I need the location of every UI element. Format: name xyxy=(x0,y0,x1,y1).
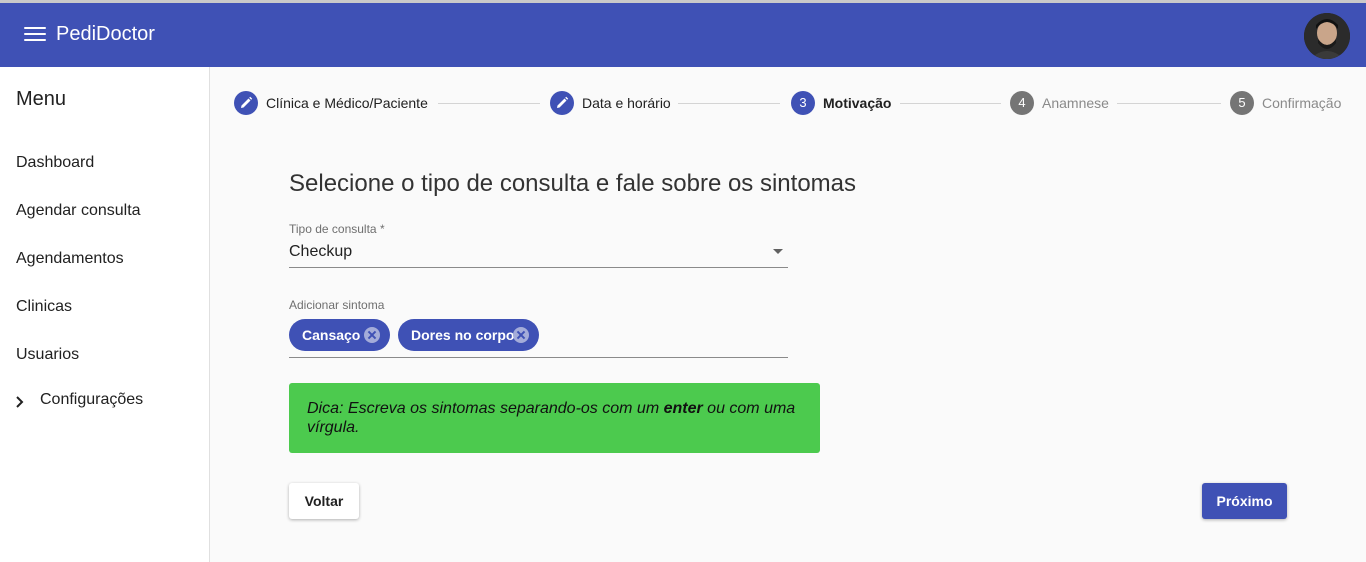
step-connector xyxy=(900,103,1001,104)
step-5-circle: 5 xyxy=(1230,91,1254,115)
symptoms-label: Adicionar sintoma xyxy=(289,298,385,312)
next-button[interactable]: Próximo xyxy=(1202,483,1287,519)
step-5-label: Confirmação xyxy=(1262,95,1342,111)
step-connector xyxy=(1117,103,1221,104)
step-1-pencil-icon xyxy=(234,91,258,115)
tip-text: Dica: Escreva os sintomas separando-os c… xyxy=(307,400,664,417)
tip-bold: enter xyxy=(663,400,703,417)
remove-chip-icon[interactable] xyxy=(364,327,380,343)
chip-label: Cansaço xyxy=(302,327,361,343)
stepper: Clínica e Médico/Paciente Data e horário… xyxy=(210,67,1366,139)
sidebar-item-usuarios[interactable]: Usuarios xyxy=(16,346,79,364)
sidebar-item-dashboard[interactable]: Dashboard xyxy=(16,154,94,172)
step-3-circle: 3 xyxy=(791,91,815,115)
step-connector xyxy=(678,103,780,104)
step-1-label: Clínica e Médico/Paciente xyxy=(266,95,428,111)
chevron-right-icon[interactable] xyxy=(14,395,26,409)
step-4-circle: 4 xyxy=(1010,91,1034,115)
remove-chip-icon[interactable] xyxy=(513,327,529,343)
page-title: Selecione o tipo de consulta e fale sobr… xyxy=(289,170,857,197)
step-4-label: Anamnese xyxy=(1042,95,1109,111)
sidebar-item-agendamentos[interactable]: Agendamentos xyxy=(16,250,124,268)
app-title: PediDoctor xyxy=(56,23,155,45)
step-2-pencil-icon xyxy=(550,91,574,115)
sidebar-title: Menu xyxy=(16,88,67,110)
step-3-label: Motivação xyxy=(823,95,892,111)
avatar[interactable] xyxy=(1304,13,1350,59)
consult-type-value: Checkup xyxy=(289,243,353,260)
chip-label: Dores no corpo xyxy=(411,327,515,343)
consult-type-select[interactable]: Checkup xyxy=(289,240,788,268)
symptoms-input[interactable]: Cansaço Dores no corpo xyxy=(289,318,788,358)
sidebar-item-clinicas[interactable]: Clinicas xyxy=(16,298,72,316)
sidebar-item-configuracoes[interactable]: Configurações xyxy=(40,391,143,409)
symptom-chip: Dores no corpo xyxy=(398,319,539,351)
tip-alert: Dica: Escreva os sintomas separando-os c… xyxy=(289,383,820,453)
consult-type-label: Tipo de consulta * xyxy=(289,222,385,236)
sidebar-item-agendar-consulta[interactable]: Agendar consulta xyxy=(16,202,141,220)
dropdown-arrow-icon xyxy=(773,249,783,254)
menu-icon[interactable] xyxy=(24,27,46,43)
symptom-chip: Cansaço xyxy=(289,319,390,351)
step-connector xyxy=(438,103,540,104)
back-button[interactable]: Voltar xyxy=(289,483,359,519)
step-2-label: Data e horário xyxy=(582,95,671,111)
sidebar: Menu Dashboard Agendar consulta Agendame… xyxy=(0,67,210,562)
app-bar: PediDoctor xyxy=(0,0,1366,67)
